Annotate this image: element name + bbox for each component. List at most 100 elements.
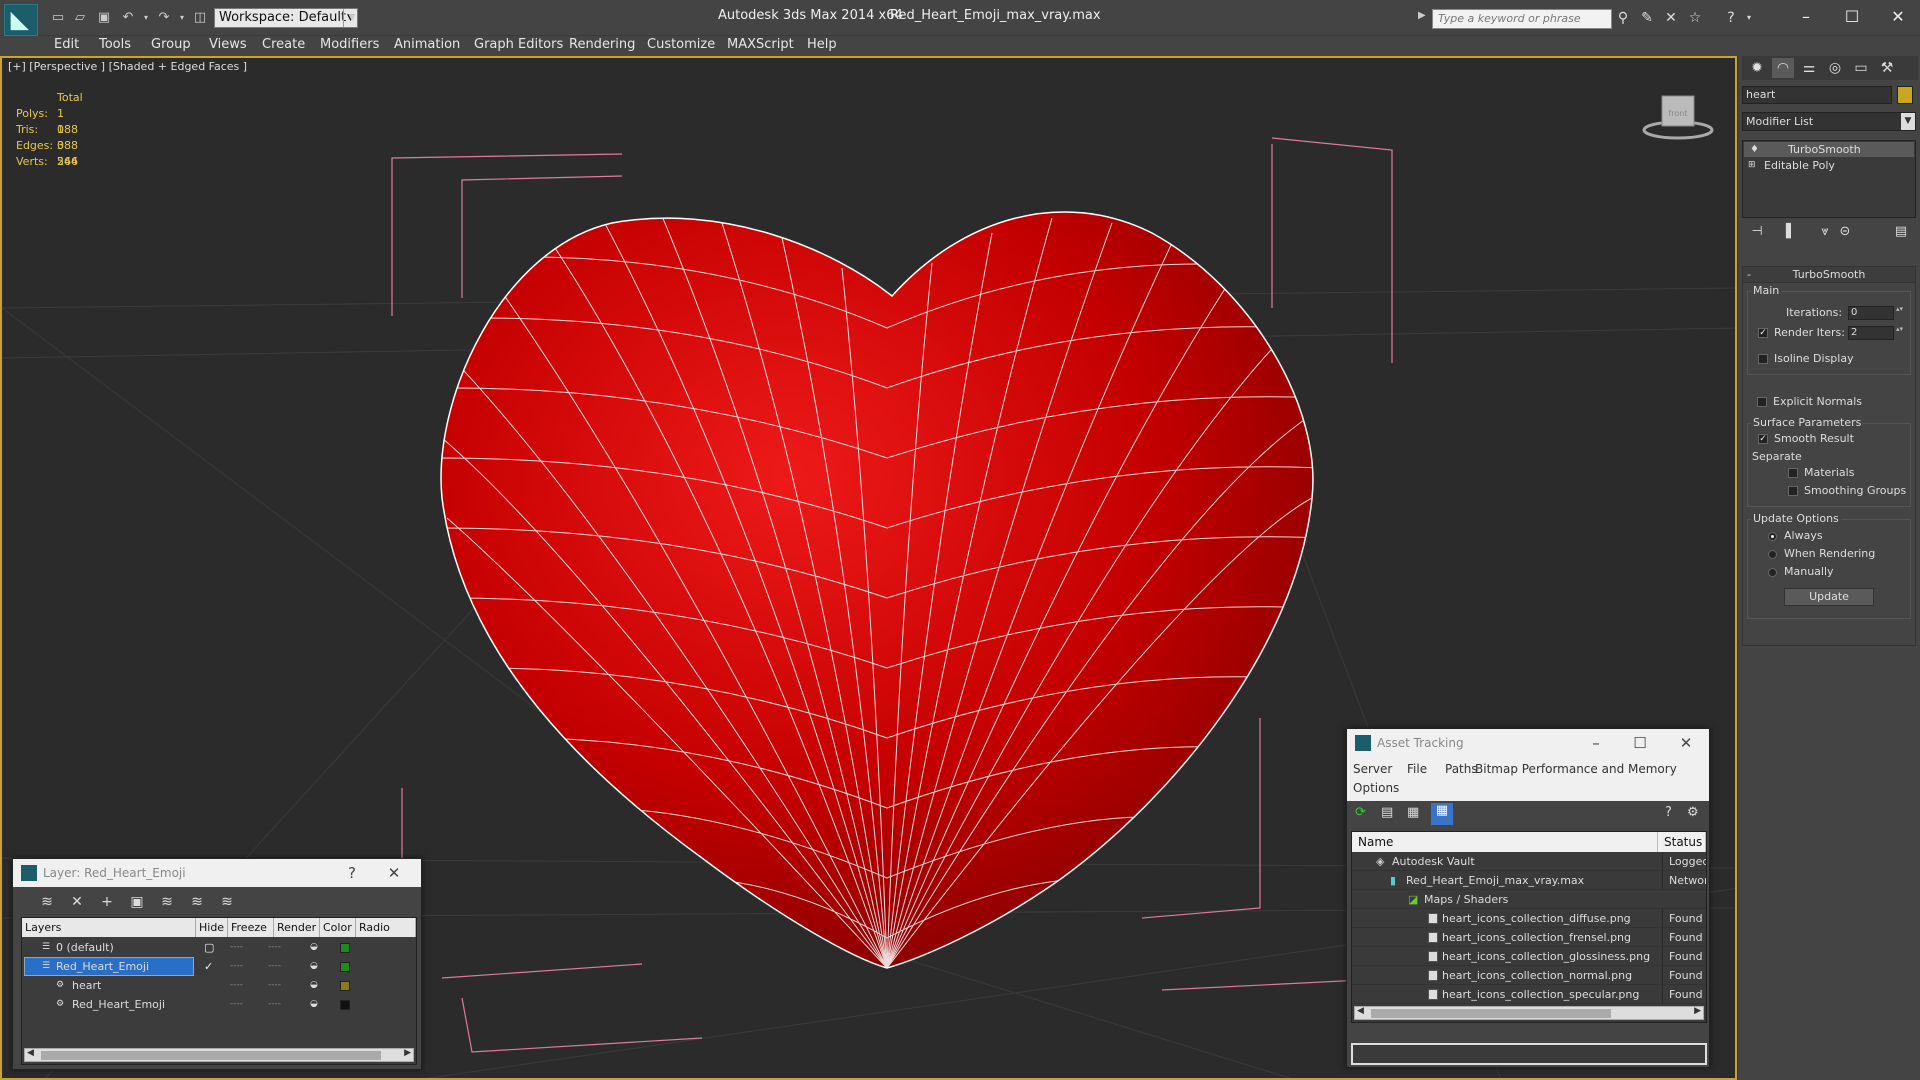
menu-views[interactable]: Views [209,37,247,52]
create-layer-icon[interactable]: + [97,893,117,911]
column-hide[interactable]: Hide [196,918,228,937]
communication-icon[interactable]: ✕ [1662,9,1680,27]
open-file-icon[interactable]: ▱ [72,10,88,26]
layer-row[interactable]: ⚙ heart ---- ---- ◒ [22,976,424,995]
utilities-tab-icon[interactable]: ⚒ [1876,58,1898,78]
always-radio[interactable] [1768,532,1777,541]
iterations-spinner[interactable]: 0 [1848,306,1904,320]
when-rendering-radio[interactable] [1768,550,1777,559]
column-status[interactable]: Status [1658,832,1706,852]
close-icon[interactable]: ✕ [1878,4,1918,30]
asset-row[interactable]: heart_icons_collection_frensel.png Found [1352,928,1706,947]
menu-modifiers[interactable]: Modifiers [320,37,379,52]
highlight-selected-icon[interactable]: ≋ [187,893,207,911]
scroll-left-icon[interactable]: ◀ [27,1048,34,1058]
column-radiosity[interactable]: Radio [356,918,416,937]
workspace-dropdown[interactable]: Workspace: Default ▼ [214,8,358,28]
lightbulb-icon[interactable]: ♦ [1750,142,1759,157]
manually-radio[interactable] [1768,568,1777,577]
search-expand-icon[interactable]: ▶ [1418,10,1426,21]
menu-bitmap-performance[interactable]: Bitmap Performance and Memory [1475,762,1677,776]
binoculars-icon[interactable]: ⚲ [1614,9,1632,27]
modify-tab-icon[interactable]: ◠ [1772,58,1794,78]
add-to-layer-icon[interactable]: ▣ [127,893,147,911]
asset-row[interactable]: heart_icons_collection_diffuse.png Found [1352,909,1706,928]
freeze-toggle[interactable]: ---- [268,976,281,995]
viewport-label[interactable]: [+] [Perspective ] [Shaded + Edged Faces… [8,60,247,73]
help-icon[interactable]: ? [1665,805,1672,820]
subscription-icon[interactable]: ✎ [1638,9,1656,27]
layer-row[interactable]: ☰ Red_Heart_Emoji ✓ ---- ---- ◒ [22,957,424,976]
menu-edit[interactable]: Edit [54,37,79,52]
menu-animation[interactable]: Animation [394,37,460,52]
remove-modifier-icon[interactable]: ⊝ [1836,224,1854,242]
menu-tools[interactable]: Tools [99,37,131,52]
asset-path-field[interactable] [1351,1043,1707,1065]
new-file-icon[interactable]: ▭ [50,10,66,26]
menu-group[interactable]: Group [151,37,191,52]
menu-graph-editors[interactable]: Graph Editors [474,37,563,52]
modifier-list-dropdown[interactable]: Modifier List ▼ [1742,112,1916,131]
render-teapot-icon[interactable]: ◒ [310,938,318,957]
layer-horizontal-scrollbar[interactable]: ◀ ▶ [24,1048,414,1062]
quick-access-dropdown-icon[interactable]: ▼ [344,10,360,26]
render-teapot-icon[interactable]: ◒ [310,995,318,1014]
stack-item-editable-poly[interactable]: ⊞ Editable Poly [1744,158,1914,173]
layer-window-titlebar[interactable]: Layer: Red_Heart_Emoji ? ✕ [13,859,421,887]
menu-paths[interactable]: Paths [1445,762,1478,776]
menu-rendering[interactable]: Rendering [569,37,635,52]
menu-customize[interactable]: Customize [647,37,715,52]
layer-color-swatch[interactable] [340,981,350,991]
minimize-icon[interactable]: – [1577,729,1615,757]
refresh-icon[interactable]: ⟳ [1355,805,1366,820]
asset-row[interactable]: ▮ Red_Heart_Emoji_max_vray.max Networ [1352,871,1706,890]
column-color[interactable]: Color [320,918,356,937]
smoothing-groups-checkbox[interactable] [1788,486,1798,496]
help-icon[interactable]: ? [333,859,371,887]
hierarchy-tab-icon[interactable]: ⚌ [1798,58,1820,78]
render-iters-spinner[interactable]: 2 [1848,326,1904,340]
search-input[interactable]: Type a keyword or phrase [1432,9,1612,29]
delete-layer-icon[interactable]: ✕ [67,893,87,911]
layer-color-swatch[interactable] [340,962,350,972]
smooth-result-checkbox[interactable]: ✓ [1758,434,1768,444]
asset-row[interactable]: heart_icons_collection_glossiness.png Fo… [1352,947,1706,966]
hide-toggle[interactable]: ---- [230,938,243,957]
undo-icon[interactable]: ↶ [120,10,136,26]
close-icon[interactable]: ✕ [375,859,413,887]
layer-color-swatch[interactable] [340,1000,350,1010]
redo-icon[interactable]: ↷ [156,10,172,26]
menu-options[interactable]: Options [1353,781,1399,795]
menu-file[interactable]: File [1407,762,1427,776]
menu-server[interactable]: Server [1353,762,1392,776]
rollout-header[interactable]: - TurboSmooth [1743,267,1915,283]
asset-row[interactable]: heart_icons_collection_specular.png Foun… [1352,985,1706,1004]
column-render[interactable]: Render [274,918,320,937]
stack-item-turbosmooth[interactable]: ♦ TurboSmooth [1744,142,1914,157]
freeze-toggle[interactable]: ---- [268,957,281,976]
column-freeze[interactable]: Freeze [228,918,274,937]
render-iters-checkbox[interactable]: ✓ [1758,328,1768,338]
render-teapot-icon[interactable]: ◒ [310,976,318,995]
help-dropdown-icon[interactable]: ▾ [1740,9,1758,27]
save-icon[interactable]: ▣ [96,10,112,26]
menu-maxscript[interactable]: MAXScript [727,37,794,52]
close-icon[interactable]: ✕ [1667,729,1705,757]
display-tab-icon[interactable]: ▭ [1850,58,1872,78]
list-view-icon[interactable]: ▤ [1381,805,1393,820]
scroll-left-icon[interactable]: ◀ [1357,1006,1364,1016]
render-teapot-icon[interactable]: ◒ [310,957,318,976]
layer-row[interactable]: ☰ 0 (default) ▢ ---- ---- ◒ [22,938,424,957]
help-icon[interactable]: ? [1722,9,1740,27]
maximize-icon[interactable]: ☐ [1832,4,1872,30]
scrollbar-thumb[interactable] [1371,1009,1611,1018]
layer-color-swatch[interactable] [340,943,350,953]
hide-toggle[interactable]: ---- [230,995,243,1014]
scroll-right-icon[interactable]: ▶ [404,1048,411,1058]
asset-row[interactable]: ◈ Autodesk Vault Logged [1352,852,1706,871]
app-menu-button[interactable]: ◣ [4,4,38,36]
show-end-result-icon[interactable]: ▌ [1782,224,1800,242]
hide-toggle[interactable]: ---- [230,957,243,976]
object-color-swatch[interactable] [1897,86,1913,104]
hide-toggle[interactable]: ---- [230,976,243,995]
